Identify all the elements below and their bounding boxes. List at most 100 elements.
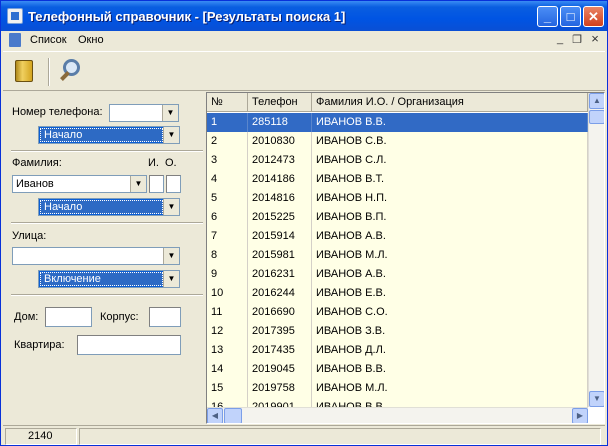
cell-phone: 2017395 xyxy=(248,322,312,341)
cell-name: ИВАНОВ А.В. xyxy=(312,265,588,284)
table-row[interactable]: 8 2015981 ИВАНОВ М.Л. xyxy=(207,246,588,265)
mdi-restore-button[interactable]: ❐ xyxy=(570,33,584,46)
divider xyxy=(11,222,203,224)
apartment-input[interactable] xyxy=(77,335,181,355)
cell-name: ИВАНОВ С.О. xyxy=(312,303,588,322)
cell-phone: 2016244 xyxy=(248,284,312,303)
phone-input[interactable]: ▼ xyxy=(109,104,179,122)
chevron-down-icon[interactable]: ▼ xyxy=(130,176,146,192)
menu-window[interactable]: Окно xyxy=(78,34,104,46)
table-row[interactable]: 13 2017435 ИВАНОВ Д.Л. xyxy=(207,341,588,360)
main-window: Телефонный справочник - [Результаты поис… xyxy=(0,0,608,446)
cell-number: 6 xyxy=(207,208,248,227)
house-input[interactable] xyxy=(45,307,92,327)
scroll-right-button[interactable]: ▶ xyxy=(572,408,588,423)
cell-phone: 2014186 xyxy=(248,170,312,189)
street-input[interactable]: ▼ xyxy=(12,247,180,265)
document-icon[interactable] xyxy=(9,33,21,47)
table-row[interactable]: 2 2010830 ИВАНОВ С.В. xyxy=(207,132,588,151)
column-header-name[interactable]: Фамилия И.О. / Организация xyxy=(312,93,588,112)
scroll-left-button[interactable]: ◀ xyxy=(207,408,223,423)
table-row[interactable]: 11 2016690 ИВАНОВ С.О. xyxy=(207,303,588,322)
table-row[interactable]: 9 2016231 ИВАНОВ А.В. xyxy=(207,265,588,284)
table-row[interactable]: 6 2015225 ИВАНОВ В.П. xyxy=(207,208,588,227)
cell-name: ИВАНОВ В.В. xyxy=(312,113,588,132)
scroll-up-button[interactable]: ▲ xyxy=(589,93,604,109)
cell-name: ИВАНОВ Д.Л. xyxy=(312,341,588,360)
cell-number: 5 xyxy=(207,189,248,208)
table-row[interactable]: 4 2014186 ИВАНОВ В.Т. xyxy=(207,170,588,189)
cell-name: ИВАНОВ С.Л. xyxy=(312,151,588,170)
horizontal-scrollbar[interactable]: ◀ ▶ xyxy=(207,407,588,423)
initial-i-label: И. xyxy=(148,157,159,169)
menu-list[interactable]: Список xyxy=(30,34,67,46)
chevron-down-icon[interactable]: ▼ xyxy=(162,105,178,121)
cell-phone: 2015914 xyxy=(248,227,312,246)
phone-mode-select[interactable]: Начало ▼ xyxy=(38,126,180,144)
table-row[interactable]: 12 2017395 ИВАНОВ З.В. xyxy=(207,322,588,341)
cell-number: 12 xyxy=(207,322,248,341)
cell-number: 7 xyxy=(207,227,248,246)
cell-name: ИВАНОВ М.Л. xyxy=(312,379,588,398)
cell-phone: 2016690 xyxy=(248,303,312,322)
column-header-number[interactable]: № xyxy=(207,93,248,112)
table-row[interactable]: 3 2012473 ИВАНОВ С.Л. xyxy=(207,151,588,170)
maximize-button[interactable]: □ xyxy=(560,6,581,27)
surname-input[interactable]: Иванов ▼ xyxy=(12,175,147,193)
address-book-icon xyxy=(15,60,33,82)
table-row[interactable]: 14 2019045 ИВАНОВ В.В. xyxy=(207,360,588,379)
status-panel xyxy=(79,428,601,445)
horizontal-scroll-thumb[interactable] xyxy=(224,408,242,423)
mdi-close-button[interactable]: × xyxy=(588,31,602,46)
search-button[interactable] xyxy=(58,57,86,85)
surname-label: Фамилия: xyxy=(12,157,62,169)
cell-number: 13 xyxy=(207,341,248,360)
cell-number: 2 xyxy=(207,132,248,151)
table-row[interactable]: 1 285118 ИВАНОВ В.В. xyxy=(207,113,588,132)
address-book-button[interactable] xyxy=(10,57,38,85)
chevron-down-icon[interactable]: ▼ xyxy=(163,248,179,264)
cell-name: ИВАНОВ Е.В. xyxy=(312,284,588,303)
toolbar xyxy=(3,51,605,91)
cell-number: 9 xyxy=(207,265,248,284)
app-icon[interactable] xyxy=(7,8,23,24)
table-row[interactable]: 7 2015914 ИВАНОВ А.В. xyxy=(207,227,588,246)
chevron-down-icon[interactable]: ▼ xyxy=(163,199,179,215)
phone-label: Номер телефона: xyxy=(12,106,103,118)
mdi-minimize-button[interactable]: _ xyxy=(553,33,567,45)
cell-number: 3 xyxy=(207,151,248,170)
close-button[interactable]: ✕ xyxy=(583,6,604,27)
cell-phone: 2015981 xyxy=(248,246,312,265)
menu-bar: Список Окно _ ❐ × xyxy=(3,31,605,50)
cell-number: 8 xyxy=(207,246,248,265)
cell-name: ИВАНОВ В.Т. xyxy=(312,170,588,189)
column-header-phone[interactable]: Телефон xyxy=(248,93,312,112)
search-icon-handle xyxy=(60,71,70,81)
cell-phone: 2014816 xyxy=(248,189,312,208)
vertical-scrollbar[interactable]: ▲ ▼ xyxy=(588,93,604,407)
minimize-button[interactable]: _ xyxy=(537,6,558,27)
surname-mode-select[interactable]: Начало ▼ xyxy=(38,198,180,216)
toolbar-separator xyxy=(48,58,50,86)
initial-i-input[interactable] xyxy=(149,175,164,193)
window-title: Телефонный справочник - [Результаты поис… xyxy=(28,9,346,24)
chevron-down-icon[interactable]: ▼ xyxy=(163,127,179,143)
cell-number: 11 xyxy=(207,303,248,322)
scroll-down-button[interactable]: ▼ xyxy=(589,391,604,407)
vertical-scroll-thumb[interactable] xyxy=(589,110,604,124)
street-mode-select[interactable]: Включение ▼ xyxy=(38,270,180,288)
cell-number: 14 xyxy=(207,360,248,379)
cell-number: 10 xyxy=(207,284,248,303)
title-bar[interactable]: Телефонный справочник - [Результаты поис… xyxy=(1,1,607,31)
initial-o-input[interactable] xyxy=(166,175,181,193)
table-row[interactable]: 15 2019758 ИВАНОВ М.Л. xyxy=(207,379,588,398)
cell-number: 4 xyxy=(207,170,248,189)
table-row[interactable]: 10 2016244 ИВАНОВ Е.В. xyxy=(207,284,588,303)
chevron-down-icon[interactable]: ▼ xyxy=(163,271,179,287)
cell-name: ИВАНОВ З.В. xyxy=(312,322,588,341)
status-bar: 2140 xyxy=(3,425,605,445)
building-input[interactable] xyxy=(149,307,181,327)
cell-name: ИВАНОВ С.В. xyxy=(312,132,588,151)
table-row[interactable]: 5 2014816 ИВАНОВ Н.П. xyxy=(207,189,588,208)
results-table[interactable]: № Телефон Фамилия И.О. / Организация 1 28… xyxy=(206,92,605,424)
